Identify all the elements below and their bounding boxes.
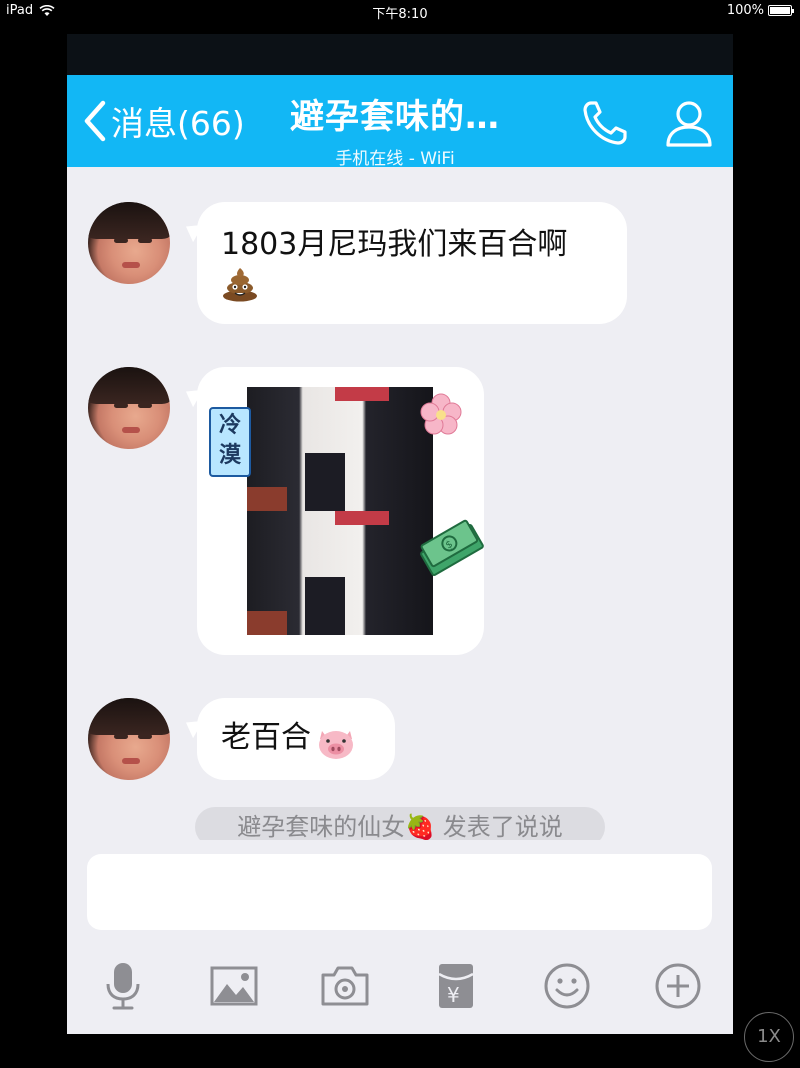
chat-title-block[interactable]: 避孕套味的… 手机在线 - WiFi [265,89,525,169]
contact-profile-icon[interactable] [663,97,715,149]
flower-sticker-icon [420,393,462,435]
message-text: 老百合 [221,720,311,755]
battery-icon [768,5,794,16]
pig-emoji-icon [319,730,354,759]
poo-emoji-icon [223,268,257,302]
message-bubble[interactable]: 老百合 [197,698,395,780]
avatar[interactable] [88,698,170,780]
chat-title: 避孕套味的… [290,97,500,137]
microphone-icon[interactable] [97,960,149,1012]
red-packet-icon[interactable]: ¥ [430,960,482,1012]
avatar[interactable] [88,367,170,449]
input-area: ¥ [67,840,733,1034]
emoji-face-icon[interactable] [541,960,593,1012]
shared-photo[interactable] [247,387,433,635]
zoom-1x-button[interactable]: 1X [744,1012,794,1062]
camera-icon[interactable] [319,960,371,1012]
svg-text:¥: ¥ [447,983,460,1007]
cold-sticker: 冷漠 [209,407,251,477]
chat-subtitle: 手机在线 - WiFi [335,149,455,169]
phone-status-area [67,34,733,75]
chevron-left-icon [84,100,106,142]
message-bubble[interactable]: 1803月尼玛我们来百合啊 [197,202,627,324]
message-text: 1803月尼玛我们来百合啊 [221,227,568,262]
image-message-bubble[interactable]: 冷漠 $ [197,367,484,655]
battery-percent: 100% [726,3,764,18]
status-right: 100% [726,3,794,18]
chat-header: 消息(66) 避孕套味的… 手机在线 - WiFi [67,75,733,169]
back-button[interactable]: 消息(66) [81,97,245,145]
avatar[interactable] [88,202,170,284]
chat-window: 消息(66) 避孕套味的… 手机在线 - WiFi 1803月尼玛我们来百合啊 [67,34,733,1034]
message-input[interactable] [87,854,712,930]
image-icon[interactable] [208,960,260,1012]
money-sticker-icon: $ [420,519,484,577]
back-label: 消息(66) [111,104,245,143]
plus-icon[interactable] [652,960,704,1012]
phone-call-icon[interactable] [579,97,631,149]
status-bar: iPad 下午8:10 100% [0,0,800,22]
input-toolbar: ¥ [67,952,733,1022]
status-time: 下午8:10 [372,7,428,22]
